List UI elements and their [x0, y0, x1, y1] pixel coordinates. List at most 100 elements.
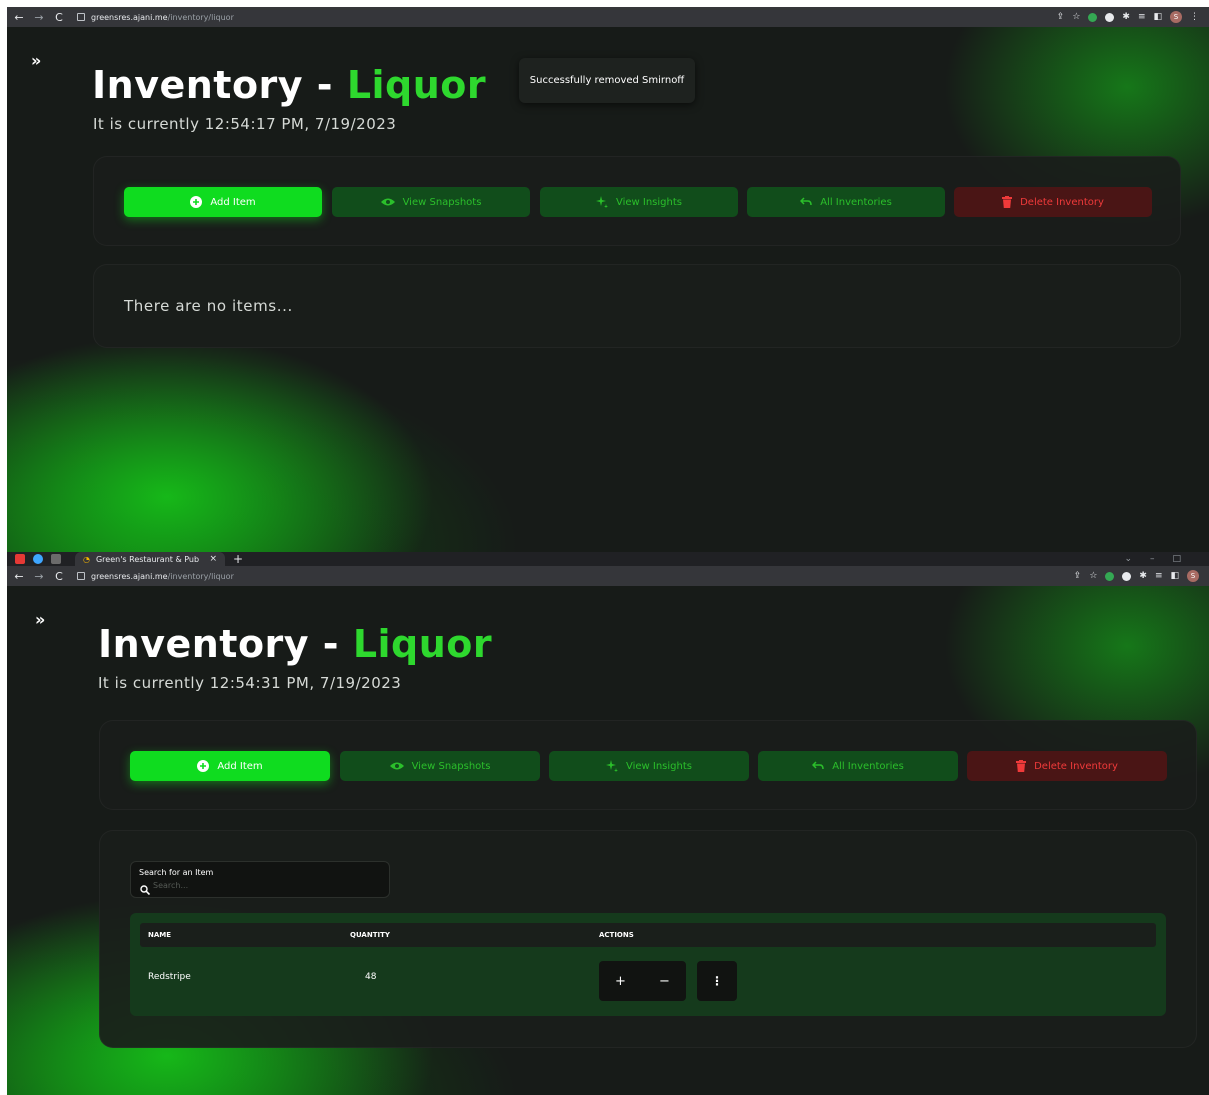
current-time: It is currently 12:54:31 PM, 7/19/2023: [98, 674, 402, 692]
delete-inventory-label: Delete Inventory: [1034, 760, 1118, 772]
reading-list-icon[interactable]: ≡: [1155, 571, 1163, 581]
pinned-tab-youtube-icon[interactable]: [15, 554, 25, 564]
quantity-stepper: + −: [599, 961, 686, 1001]
address-bar[interactable]: greensres.ajani.me/inventory/liquor: [77, 572, 234, 581]
more-actions-icon[interactable]: ⋮: [697, 961, 737, 1001]
toolbar-icons: ⇪ ☆ ✱ ≡ ◧ S ⋮: [1057, 11, 1199, 23]
view-insights-button[interactable]: View Insights: [549, 751, 749, 781]
browser-toolbar: ← → C greensres.ajani.me/inventory/liquo…: [7, 7, 1209, 28]
screenshot-1: ← → C greensres.ajani.me/inventory/liquo…: [7, 7, 1209, 552]
share-icon[interactable]: ⇪: [1057, 12, 1065, 22]
side-panel-icon[interactable]: ◧: [1170, 571, 1179, 581]
item-quantity: 48: [365, 972, 377, 982]
trash-icon: [1002, 196, 1013, 208]
view-snapshots-button[interactable]: View Snapshots: [340, 751, 540, 781]
decrement-button[interactable]: −: [643, 961, 686, 1001]
column-header-quantity: QUANTITY: [350, 931, 390, 939]
reload-icon[interactable]: C: [51, 11, 67, 24]
title-prefix: Inventory -: [98, 622, 353, 666]
view-insights-label: View Insights: [625, 760, 692, 772]
menu-kebab-icon[interactable]: ⋮: [1190, 12, 1199, 22]
add-item-button[interactable]: Add Item: [130, 751, 330, 781]
table-header: NAME QUANTITY ACTIONS: [140, 923, 1156, 947]
delete-inventory-button[interactable]: Delete Inventory: [954, 187, 1152, 217]
star-icon[interactable]: ☆: [1072, 12, 1080, 22]
forward-icon[interactable]: →: [31, 570, 47, 583]
column-header-name: NAME: [148, 931, 172, 939]
items-panel: Search for an Item NAME QUANTITY ACTIONS…: [99, 830, 1197, 1048]
extension-green-icon[interactable]: [1105, 571, 1115, 581]
tab-strip: ◔ Green's Restaurant & Pub × + ⌄–□: [7, 552, 1209, 566]
back-icon[interactable]: ←: [11, 11, 27, 24]
side-panel-icon[interactable]: ◧: [1153, 12, 1162, 22]
view-insights-button[interactable]: View Insights: [540, 187, 738, 217]
reply-arrow-icon: [812, 761, 824, 771]
add-item-button[interactable]: Add Item: [124, 187, 322, 217]
all-inventories-button[interactable]: All Inventories: [758, 751, 958, 781]
plus-circle-icon: [190, 196, 203, 208]
increment-button[interactable]: +: [599, 961, 642, 1001]
address-bar[interactable]: greensres.ajani.me/inventory/liquor: [77, 13, 234, 22]
url-host: greensres.ajani.me: [91, 12, 168, 22]
items-table: NAME QUANTITY ACTIONS Redstripe 48 + − ⋮: [130, 913, 1166, 1016]
column-header-actions: ACTIONS: [599, 931, 634, 939]
reading-list-icon[interactable]: ≡: [1138, 12, 1146, 22]
eye-icon: [389, 761, 404, 771]
all-inventories-button[interactable]: All Inventories: [747, 187, 945, 217]
extensions-puzzle-icon[interactable]: ✱: [1122, 12, 1130, 22]
star-icon[interactable]: ☆: [1089, 571, 1097, 581]
lock-icon: [77, 13, 85, 21]
url-path: /inventory/liquor: [167, 12, 234, 22]
search-label: Search for an Item: [139, 868, 214, 877]
items-panel: There are no items...: [93, 264, 1181, 348]
toolbar-icons: ⇪ ☆ ✱ ≡ ◧ S: [1074, 570, 1199, 582]
back-icon[interactable]: ←: [11, 570, 27, 583]
eye-icon: [380, 197, 395, 207]
browser-tab[interactable]: ◔ Green's Restaurant & Pub ×: [75, 552, 225, 566]
forward-icon[interactable]: →: [31, 11, 47, 24]
view-snapshots-label: View Snapshots: [411, 760, 491, 772]
search-icon: [140, 880, 151, 899]
page-body: » Inventory - Liquor It is currently 12:…: [7, 27, 1209, 552]
view-insights-label: View Insights: [615, 196, 682, 208]
share-icon[interactable]: ⇪: [1074, 571, 1082, 581]
browser-toolbar: ← → C greensres.ajani.me/inventory/liquo…: [7, 566, 1209, 587]
all-inventories-label: All Inventories: [832, 760, 904, 772]
expand-sidebar-icon[interactable]: »: [31, 51, 41, 70]
new-tab-icon[interactable]: +: [233, 552, 243, 566]
delete-inventory-button[interactable]: Delete Inventory: [967, 751, 1167, 781]
profile-avatar[interactable]: S: [1170, 11, 1182, 23]
view-snapshots-label: View Snapshots: [402, 196, 482, 208]
tab-title: Green's Restaurant & Pub: [95, 554, 200, 564]
expand-sidebar-icon[interactable]: »: [35, 610, 45, 629]
search-box: Search for an Item: [130, 861, 390, 898]
extension-green-icon[interactable]: [1088, 12, 1098, 22]
extension-white-icon[interactable]: [1122, 571, 1132, 581]
tab-close-icon[interactable]: ×: [209, 554, 217, 564]
extension-white-icon[interactable]: [1105, 12, 1115, 22]
page-title: Inventory - Liquor: [98, 622, 492, 666]
sparkle-icon: [605, 760, 618, 772]
table-row: Redstripe 48 + − ⋮: [140, 957, 1156, 1001]
lock-icon: [77, 572, 85, 580]
tab-favicon: ◔: [83, 554, 90, 564]
pinned-tab-icon[interactable]: [33, 554, 43, 564]
add-item-label: Add Item: [210, 196, 256, 208]
page-body: » Inventory - Liquor It is currently 12:…: [7, 586, 1209, 1095]
view-snapshots-button[interactable]: View Snapshots: [332, 187, 530, 217]
empty-state-message: There are no items...: [124, 297, 293, 315]
window-controls[interactable]: ⌄–□: [1124, 554, 1199, 564]
profile-avatar[interactable]: S: [1187, 570, 1199, 582]
search-input[interactable]: [153, 879, 373, 891]
title-accent: Liquor: [352, 622, 493, 666]
pinned-tab-icon-2[interactable]: [51, 554, 61, 564]
title-prefix: Inventory -: [92, 63, 347, 107]
all-inventories-label: All Inventories: [820, 196, 892, 208]
title-accent: Liquor: [346, 63, 487, 107]
screenshot-2: ◔ Green's Restaurant & Pub × + ⌄–□ ← → C…: [7, 552, 1209, 1095]
reload-icon[interactable]: C: [51, 570, 67, 583]
actions-panel: Add Item View Snapshots View Insights Al…: [99, 720, 1197, 810]
url-path: /inventory/liquor: [167, 571, 234, 581]
add-item-label: Add Item: [217, 760, 263, 772]
extensions-puzzle-icon[interactable]: ✱: [1139, 571, 1147, 581]
